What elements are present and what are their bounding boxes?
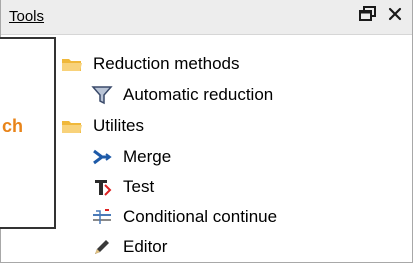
panel-titlebar: Tools bbox=[1, 0, 412, 35]
close-icon bbox=[388, 7, 402, 21]
tree-item-editor[interactable]: Editor bbox=[91, 234, 167, 260]
folder-icon bbox=[61, 115, 83, 137]
callout-text: ch bbox=[2, 116, 24, 136]
tree-item-merge[interactable]: Merge bbox=[91, 144, 171, 170]
tools-panel: Tools Reduction methods Automatic reduct… bbox=[0, 0, 413, 263]
tree-item-utilites[interactable]: Utilites bbox=[61, 113, 144, 139]
float-window-icon bbox=[359, 6, 376, 21]
tree-item-conditional-continue[interactable]: Conditional continue bbox=[91, 204, 277, 230]
test-icon bbox=[91, 176, 113, 198]
filter-icon bbox=[91, 84, 113, 106]
tree-item-label: Automatic reduction bbox=[123, 85, 274, 104]
conditional-continue-icon bbox=[91, 206, 113, 228]
page: Tools Reduction methods Automatic reduct… bbox=[0, 0, 413, 264]
tree-item-label: Reduction methods bbox=[93, 54, 240, 73]
tree-item-test[interactable]: Test bbox=[91, 174, 154, 200]
pencil-icon bbox=[91, 236, 113, 258]
tree-item-label: Test bbox=[123, 177, 155, 196]
callout-box: ch bbox=[0, 37, 56, 229]
tree-item-label: Conditional continue bbox=[123, 207, 278, 226]
tree-item-label: Editor bbox=[123, 237, 168, 256]
float-window-button[interactable] bbox=[359, 6, 377, 27]
panel-title: Tools bbox=[9, 8, 45, 25]
tree-item-label: Utilites bbox=[93, 116, 145, 135]
tree-item-reduction-methods[interactable]: Reduction methods bbox=[61, 51, 239, 77]
tree-item-automatic-reduction[interactable]: Automatic reduction bbox=[91, 82, 273, 108]
tree-item-label: Merge bbox=[123, 147, 172, 166]
close-button[interactable] bbox=[387, 6, 403, 27]
merge-icon bbox=[91, 146, 113, 168]
folder-icon bbox=[61, 53, 83, 75]
